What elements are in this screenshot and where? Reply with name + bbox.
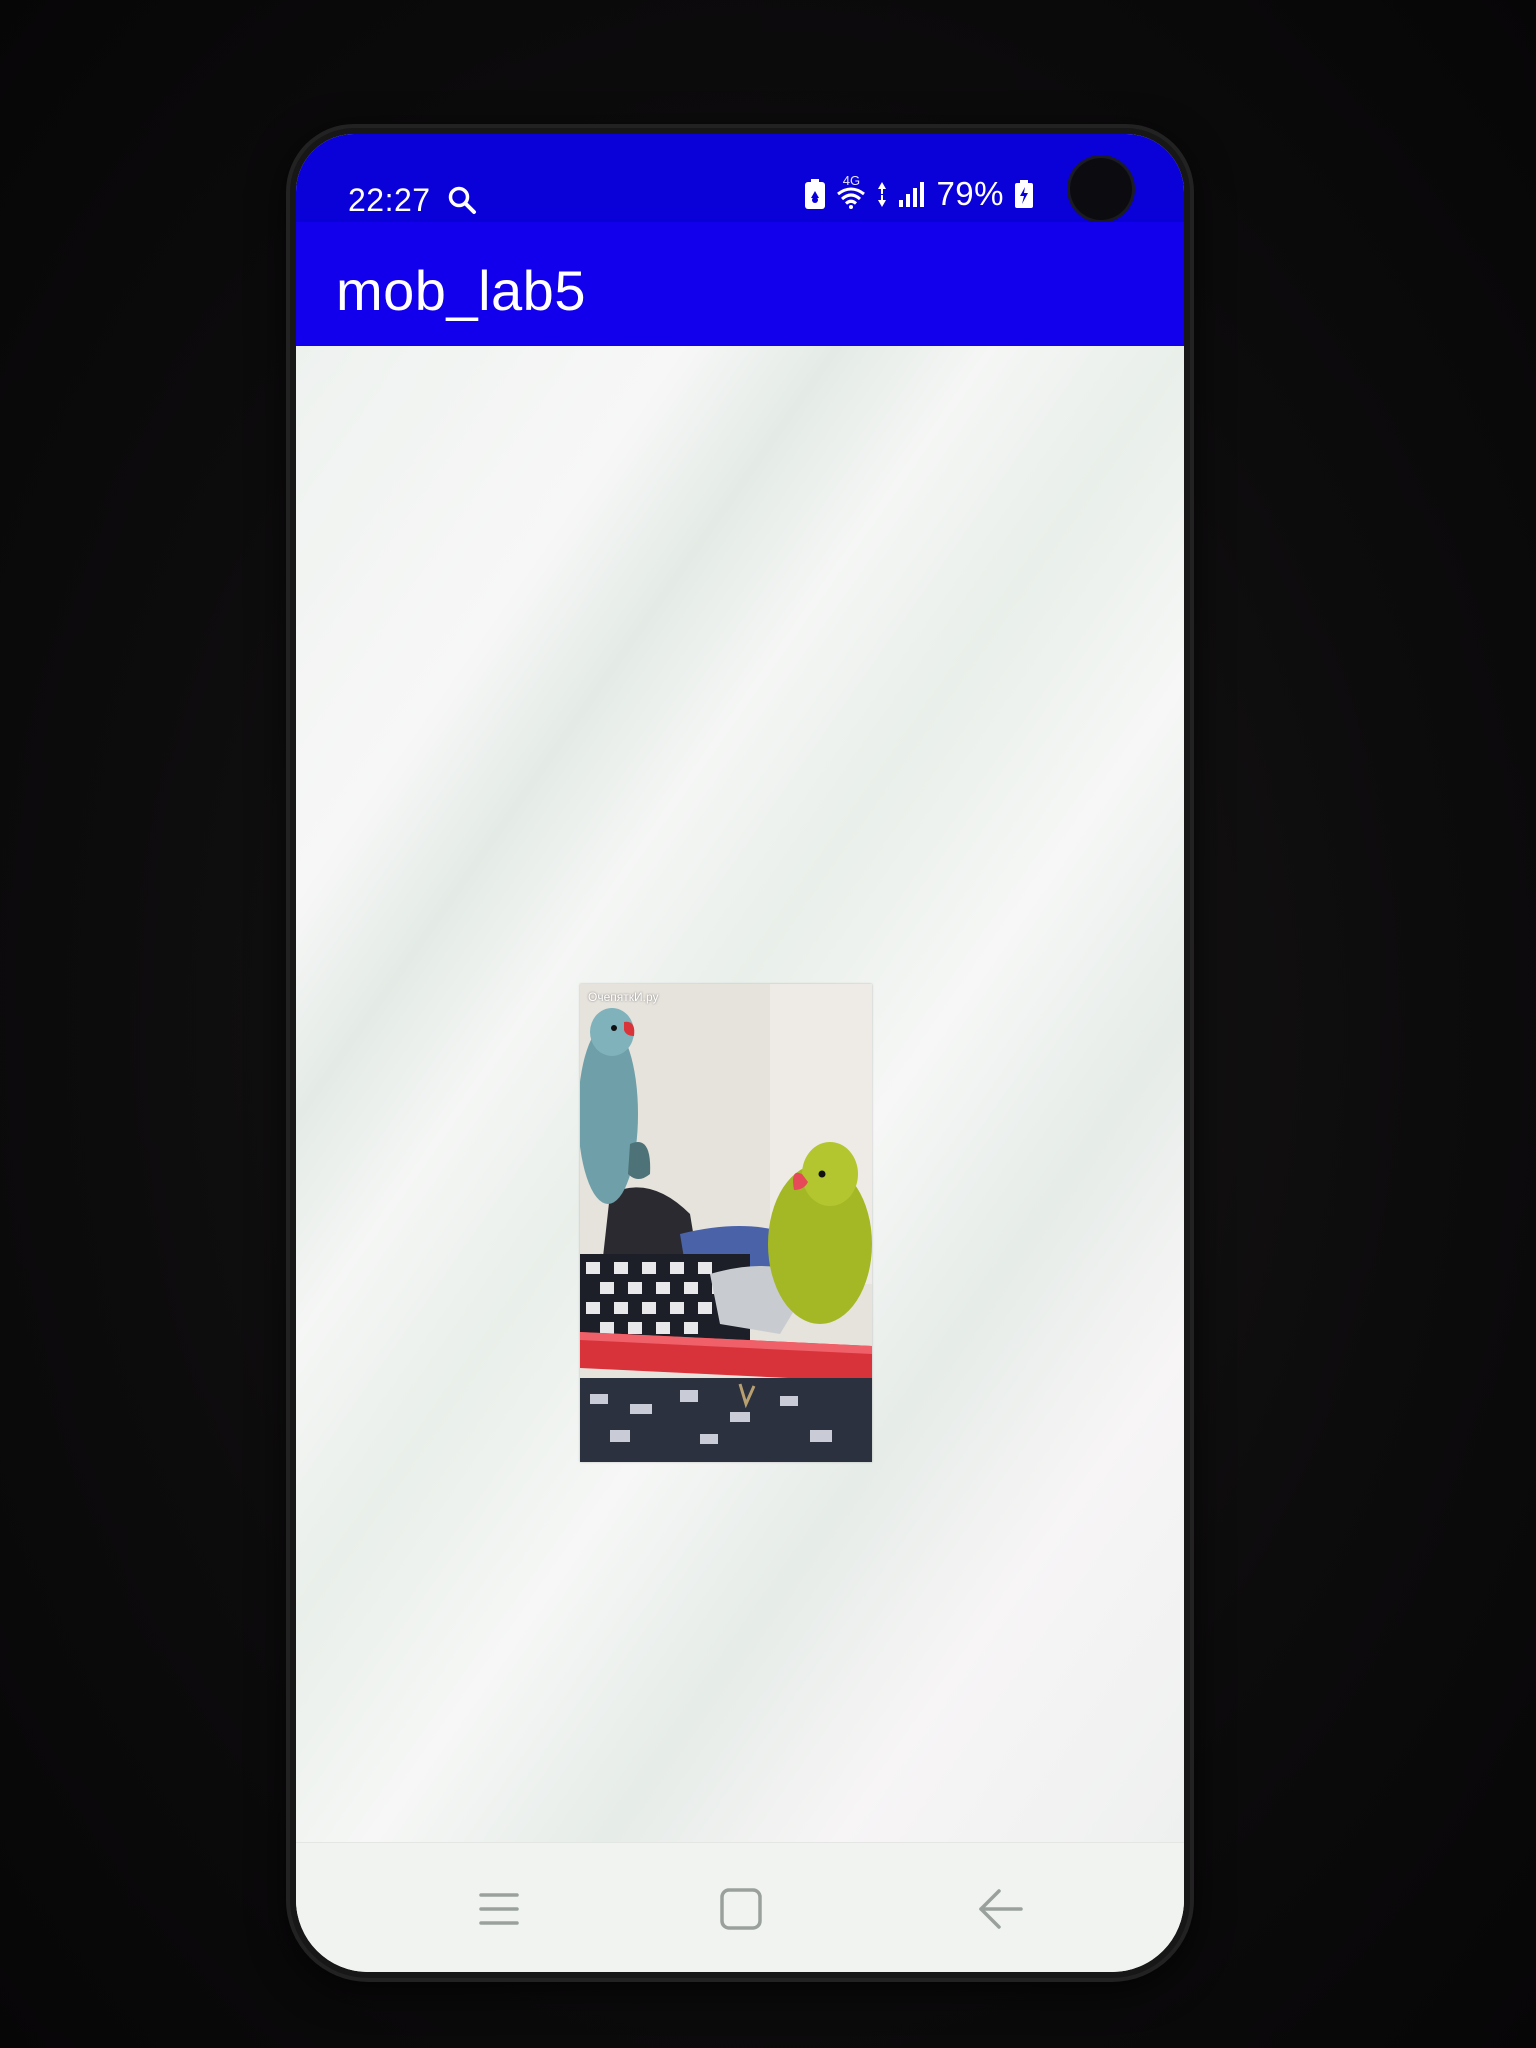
main-content: ОчепяткИ.ру xyxy=(296,346,1184,1842)
network-type-label: 4G xyxy=(842,172,861,188)
battery-charging-icon xyxy=(1014,180,1034,208)
recent-apps-icon xyxy=(477,1889,521,1934)
home-button[interactable] xyxy=(706,1881,776,1941)
phone-device: 22:27 4G 79% mob_lab5 ОчепяткИ.ру xyxy=(290,128,1190,1978)
data-arrows-icon xyxy=(876,180,888,208)
signal-icon xyxy=(898,180,926,208)
image-watermark: ОчепяткИ.ру xyxy=(588,990,659,1004)
search-icon xyxy=(446,184,478,216)
back-button[interactable] xyxy=(966,1881,1036,1941)
home-icon xyxy=(719,1887,763,1936)
battery-percent: 79% xyxy=(936,175,1004,212)
front-camera-hole xyxy=(1070,158,1132,220)
wifi-group: 4G xyxy=(836,174,866,215)
phone-screen: 22:27 4G 79% mob_lab5 ОчепяткИ.ру xyxy=(296,134,1184,1972)
battery-saver-icon xyxy=(804,179,826,209)
wifi-icon xyxy=(836,187,866,215)
status-icons: 4G 79% xyxy=(804,174,1034,214)
status-time: 22:27 xyxy=(348,182,431,218)
app-title: mob_lab5 xyxy=(336,259,586,322)
parrot-image: ОчепяткИ.ру xyxy=(580,984,872,1462)
status-bar: 22:27 4G 79% xyxy=(296,134,1184,222)
navigation-bar xyxy=(296,1842,1184,1972)
recent-apps-button[interactable] xyxy=(464,1881,534,1941)
parrot-image-drawing xyxy=(580,984,872,1462)
back-icon xyxy=(977,1887,1025,1936)
app-bar: mob_lab5 xyxy=(296,222,1184,346)
